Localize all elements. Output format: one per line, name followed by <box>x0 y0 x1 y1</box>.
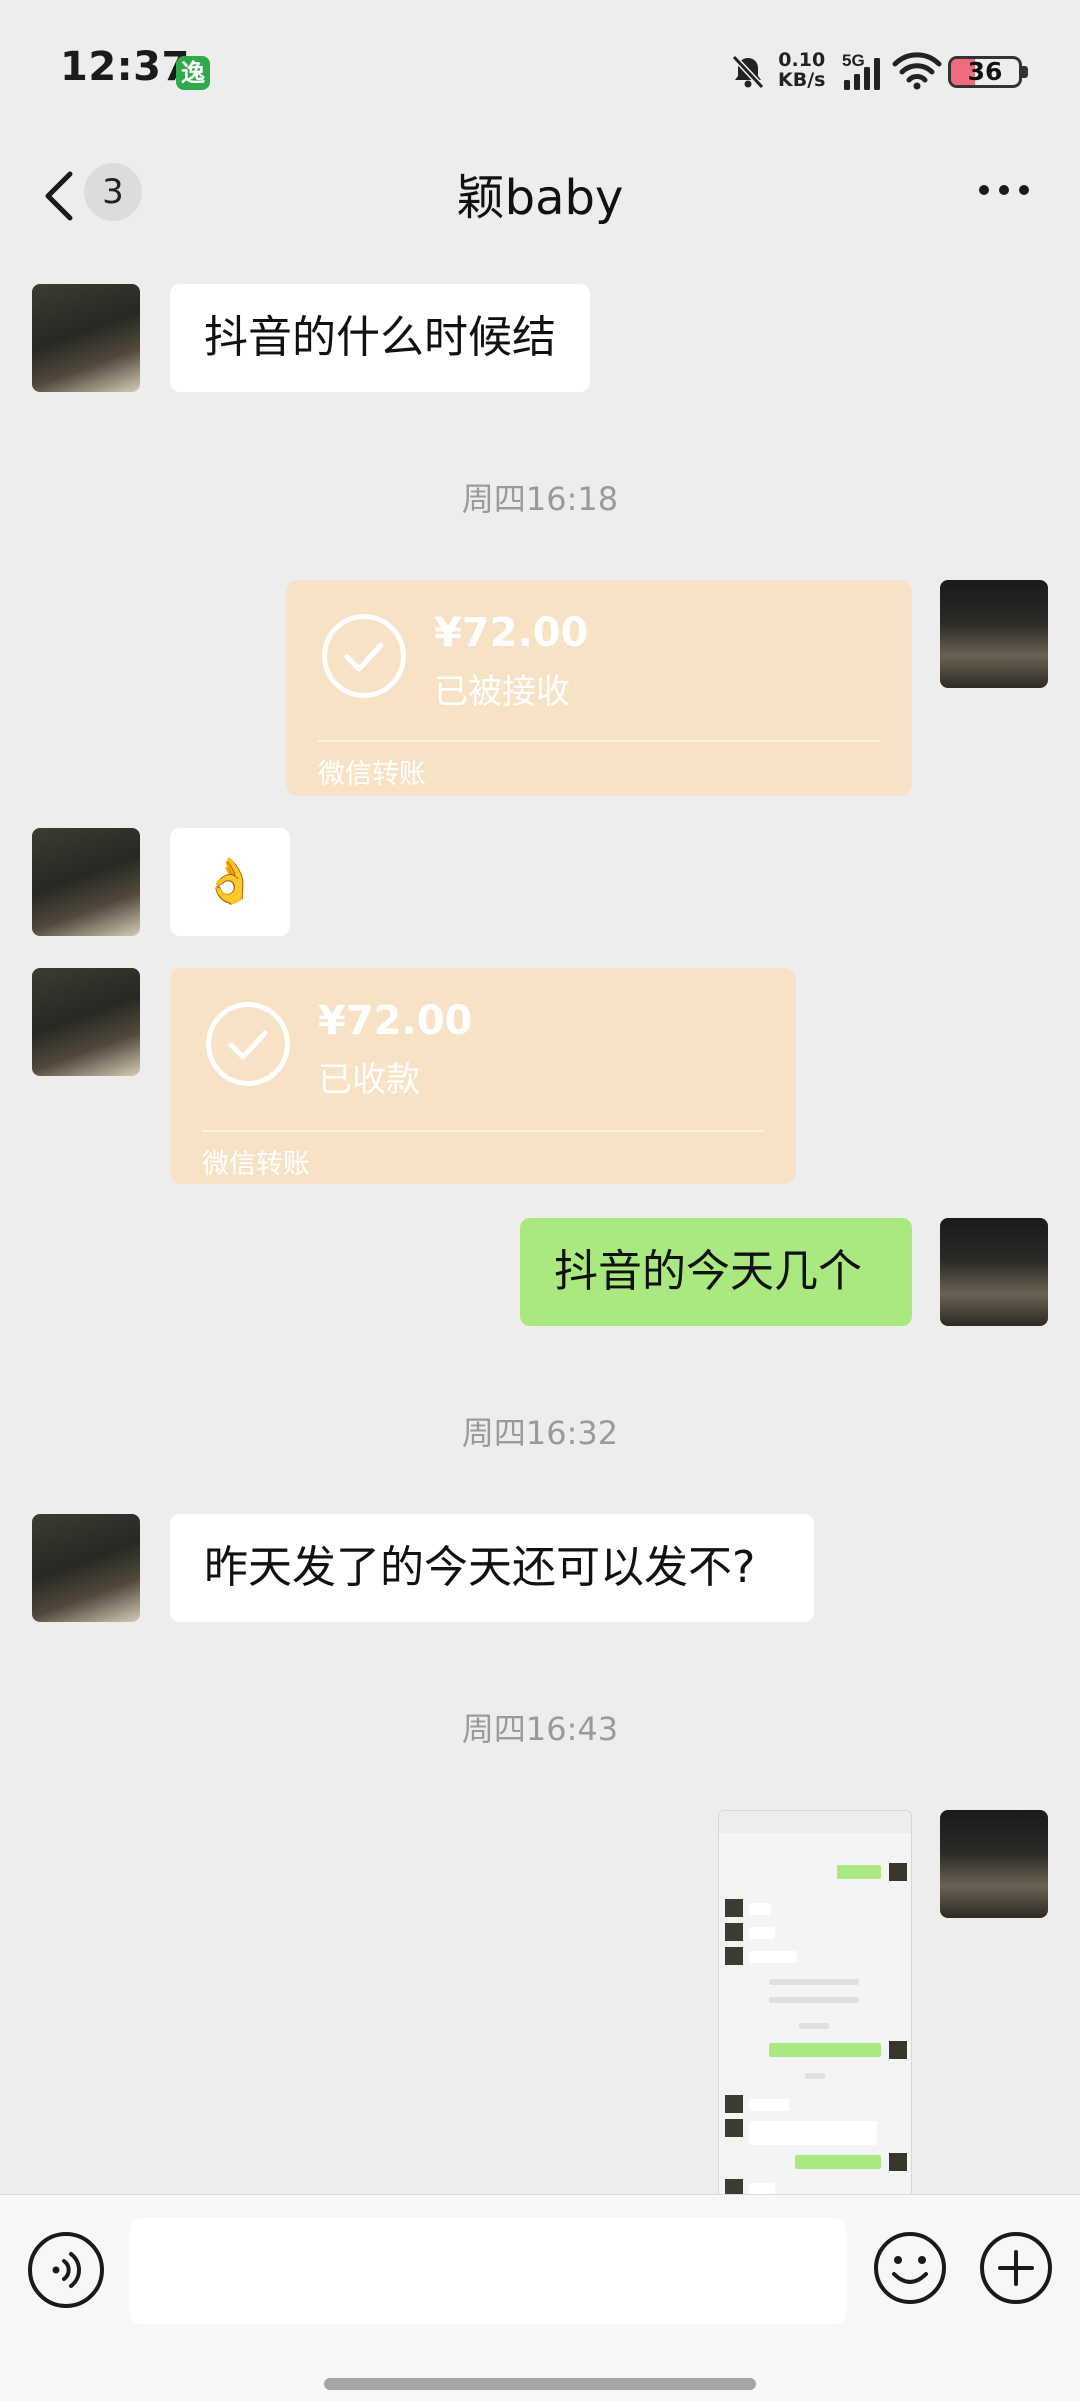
voice-icon[interactable] <box>28 2232 104 2308</box>
back-chevron-icon[interactable] <box>40 166 80 226</box>
app-notification-icon: 逸 <box>176 56 210 90</box>
battery-level: 36 <box>967 57 1003 86</box>
timestamp: 周四16:32 <box>461 1414 619 1452</box>
my-avatar[interactable] <box>940 1218 1048 1326</box>
unread-count-badge[interactable]: 3 <box>84 163 142 221</box>
my-avatar[interactable] <box>940 580 1048 688</box>
emoji-message-bubble[interactable]: 👌 <box>170 828 290 936</box>
check-icon <box>206 1002 290 1086</box>
status-time: 12:37 <box>60 44 190 90</box>
net-speed: 0.10 KB/s <box>778 50 825 90</box>
message-input[interactable] <box>130 2218 846 2324</box>
more-icon[interactable] <box>976 178 1032 202</box>
transfer-status: 已收款 <box>318 1060 420 1100</box>
chat-title: 颖baby <box>456 170 624 226</box>
emoji-icon[interactable] <box>872 2230 948 2306</box>
timestamp: 周四16:18 <box>461 480 619 518</box>
contact-avatar[interactable] <box>32 284 140 392</box>
signal-icon: 5G <box>842 51 880 90</box>
transfer-amount: ¥72.00 <box>434 610 589 656</box>
transfer-footer: 微信转账 <box>318 759 426 790</box>
transfer-footer: 微信转账 <box>202 1149 310 1180</box>
battery-icon: 36 <box>948 56 1022 88</box>
message-bubble-incoming[interactable]: 昨天发了的今天还可以发不? <box>170 1514 814 1622</box>
mute-bell-icon <box>731 54 765 90</box>
transfer-status: 已被接收 <box>434 672 570 712</box>
message-bubble-incoming[interactable]: 抖音的什么时候结 <box>170 284 590 392</box>
image-message-thumbnail[interactable] <box>718 1810 912 2198</box>
battery-cap <box>1022 66 1028 78</box>
contact-avatar[interactable] <box>32 1514 140 1622</box>
contact-avatar[interactable] <box>32 828 140 936</box>
timestamp: 周四16:43 <box>461 1710 619 1748</box>
net-speed-unit: KB/s <box>778 69 826 91</box>
transfer-divider <box>318 740 880 742</box>
net-speed-value: 0.10 <box>778 49 826 71</box>
network-type: 5G <box>842 51 865 70</box>
plus-icon[interactable] <box>978 2230 1054 2306</box>
my-avatar[interactable] <box>940 1810 1048 1918</box>
transfer-divider <box>202 1130 764 1132</box>
transfer-amount: ¥72.00 <box>318 998 473 1044</box>
check-icon <box>322 614 406 698</box>
contact-avatar[interactable] <box>32 968 140 1076</box>
wifi-icon <box>892 52 942 90</box>
message-bubble-outgoing[interactable]: 抖音的今天几个 <box>520 1218 912 1326</box>
home-indicator[interactable] <box>324 2378 756 2390</box>
